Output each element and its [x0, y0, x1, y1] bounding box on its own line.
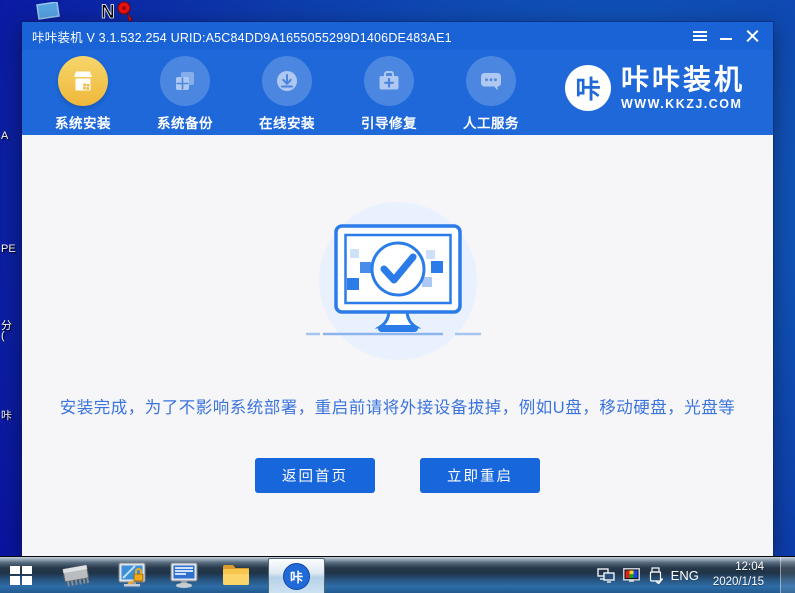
brand-logo: 咔 咔咔装机 WWW.KKZJ.COM — [564, 63, 745, 111]
show-desktop-button[interactable] — [780, 556, 795, 593]
close-icon — [746, 30, 759, 43]
desktop-icon-this-pc[interactable] — [33, 1, 61, 22]
taskbar-item-chip-tool[interactable] — [57, 557, 95, 593]
backup-icon — [160, 56, 210, 106]
taskbar: 咔 ENG 12:04 2020/1/15 — [0, 556, 795, 593]
minimize-button[interactable] — [713, 25, 739, 47]
usb-eject-icon[interactable] — [648, 566, 663, 584]
kaka-installer-window: 咔咔装机 V 3.1.532.254 URID:A5C84DD9A1655055… — [22, 22, 773, 556]
folder-icon — [223, 565, 249, 585]
nav-item-online-install[interactable]: 在线安装 — [251, 56, 323, 132]
system-tray: ENG 12:04 2020/1/15 — [597, 556, 795, 593]
desktop-label-fragment: ( — [1, 330, 5, 342]
restart-now-button[interactable]: 立即重启 — [420, 458, 540, 493]
clock-date: 2020/1/15 — [712, 576, 764, 588]
desktop-icon-password-tool[interactable]: N — [100, 0, 136, 24]
content-area: 安装完成，为了不影响系统部署，重启前请将外接设备拔掉，例如U盘，移动硬盘，光盘等… — [22, 135, 773, 556]
hamburger-icon — [693, 31, 707, 41]
completion-message: 安装完成，为了不影响系统部署，重启前请将外接设备拔掉，例如U盘，移动硬盘，光盘等 — [59, 399, 736, 417]
taskbar-item-kaka-app[interactable]: 咔 — [268, 557, 325, 593]
titlebar: 咔咔装机 V 3.1.532.254 URID:A5C84DD9A1655055… — [22, 22, 773, 50]
nav-label: 引导修复 — [361, 116, 417, 131]
network-icon[interactable] — [597, 567, 615, 583]
online-download-icon — [262, 56, 312, 106]
start-button[interactable] — [0, 557, 42, 593]
close-button[interactable] — [739, 25, 765, 47]
nav-bar: 系统安装 系统备份 在线安装 引导修复 人工服务 咔 咔咔装机 WWW.KKZJ… — [22, 50, 773, 135]
support-chat-icon — [466, 56, 516, 106]
install-complete-illustration — [288, 193, 508, 368]
brand-site: WWW.KKZJ.COM — [620, 96, 743, 111]
nav-item-support[interactable]: 人工服务 — [455, 56, 527, 132]
display-settings-icon[interactable] — [622, 568, 640, 582]
boot-repair-icon — [364, 56, 414, 106]
install-box-icon — [58, 56, 108, 106]
windows-logo-icon — [10, 565, 32, 585]
taskbar-item-disk-lock-tool[interactable] — [113, 557, 151, 593]
svg-text:N: N — [101, 2, 115, 23]
desktop-label-fragment: A — [1, 130, 9, 142]
menu-button[interactable] — [687, 25, 713, 47]
desktop-label-fragment: 咔 — [1, 410, 12, 422]
taskbar-item-file-explorer[interactable] — [217, 557, 255, 593]
monitor-lock-icon — [118, 562, 146, 587]
nav-item-system-install[interactable]: 系统安装 — [47, 56, 119, 132]
clock[interactable]: 12:04 2020/1/15 — [713, 560, 764, 590]
nav-item-boot-repair[interactable]: 引导修复 — [353, 56, 425, 132]
minimize-icon — [720, 38, 732, 40]
nav-label: 系统备份 — [157, 116, 213, 131]
nav-item-system-backup[interactable]: 系统备份 — [149, 56, 221, 132]
return-home-button[interactable]: 返回首页 — [255, 458, 375, 493]
kaka-app-icon: 咔 — [283, 562, 310, 590]
taskbar-item-keyboard-tool[interactable] — [165, 557, 203, 593]
window-title: 咔咔装机 V 3.1.532.254 URID:A5C84DD9A1655055… — [32, 30, 452, 45]
brand-badge-icon: 咔 — [564, 65, 611, 111]
keyboard-monitor-icon — [170, 562, 198, 588]
language-indicator[interactable]: ENG — [671, 568, 699, 583]
brand-name: 咔咔装机 — [620, 63, 745, 95]
memory-chip-icon — [62, 564, 90, 587]
nav-label: 在线安装 — [259, 116, 315, 131]
nav-label: 人工服务 — [463, 116, 519, 131]
desktop-label-fragment: PE — [1, 243, 16, 255]
clock-time: 12:04 — [735, 561, 764, 574]
nav-label: 系统安装 — [55, 116, 111, 131]
